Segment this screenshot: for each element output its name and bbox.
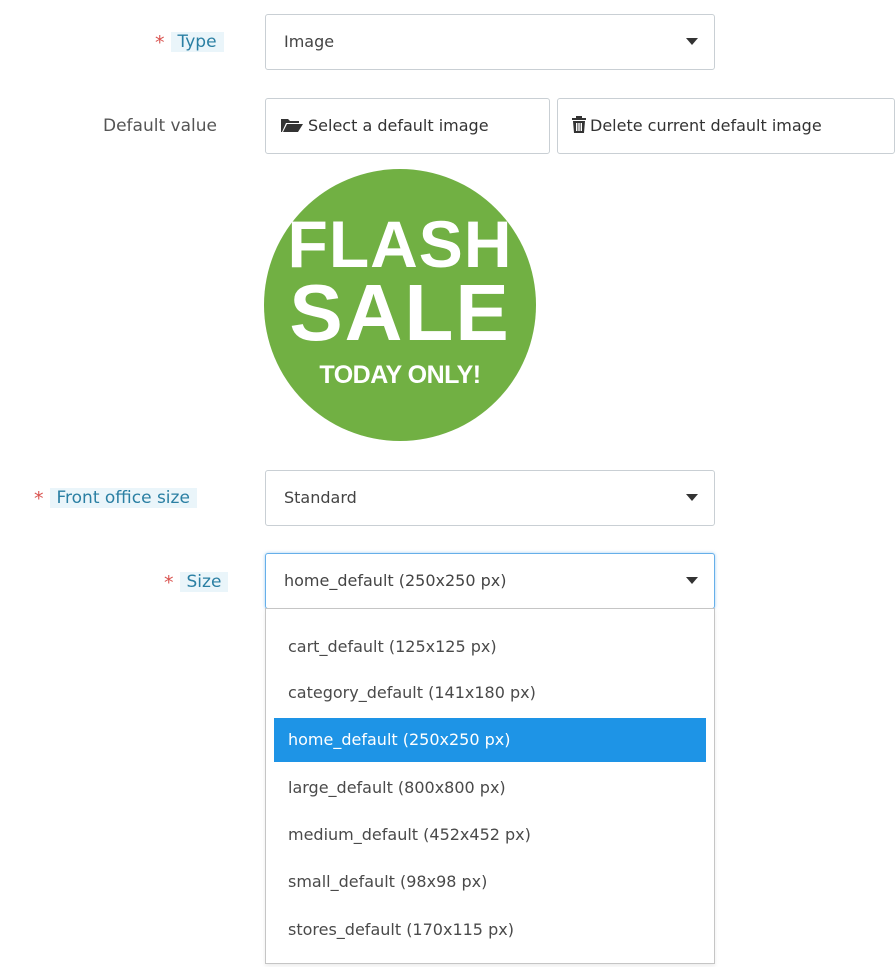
- caret-down-icon: [686, 494, 698, 501]
- required-mark: *: [155, 32, 165, 54]
- front-office-size-value: Standard: [284, 488, 357, 507]
- size-option-cart-default[interactable]: cart_default (125x125 px): [274, 625, 706, 669]
- front-office-size-label: Front office size: [49, 488, 197, 508]
- required-mark: *: [34, 488, 44, 510]
- size-label: Size: [179, 572, 229, 592]
- front-office-size-label-group: * Front office size: [34, 482, 197, 515]
- select-default-image-label: Select a default image: [308, 116, 489, 135]
- default-image-preview: FLASH SALE TODAY ONLY!: [264, 169, 536, 441]
- size-option-small-default[interactable]: small_default (98x98 px): [274, 860, 706, 904]
- delete-default-image-button[interactable]: Delete current default image: [557, 98, 895, 154]
- size-option-category-default[interactable]: category_default (141x180 px): [274, 671, 706, 715]
- size-option-home-default[interactable]: home_default (250x250 px): [274, 718, 706, 762]
- size-dropdown-list: cart_default (125x125 px) category_defau…: [265, 608, 715, 964]
- size-label-group: * Size: [164, 566, 229, 599]
- preview-line-2: SALE: [289, 268, 511, 357]
- type-select-value: Image: [284, 32, 335, 51]
- type-select[interactable]: Image: [265, 14, 715, 70]
- preview-line-3: TODAY ONLY!: [319, 361, 481, 389]
- delete-default-image-label: Delete current default image: [590, 116, 822, 135]
- select-default-image-button[interactable]: Select a default image: [265, 98, 550, 154]
- type-label: Type: [170, 32, 224, 52]
- size-option-medium-default[interactable]: medium_default (452x452 px): [274, 813, 706, 857]
- size-select[interactable]: home_default (250x250 px): [265, 553, 715, 609]
- folder-open-icon: [281, 118, 303, 132]
- size-option-large-default[interactable]: large_default (800x800 px): [274, 766, 706, 810]
- required-mark: *: [164, 572, 174, 594]
- caret-down-icon: [686, 577, 698, 584]
- size-select-value: home_default (250x250 px): [284, 571, 507, 590]
- trash-icon: [572, 116, 586, 133]
- front-office-size-select[interactable]: Standard: [265, 470, 715, 526]
- type-label-group: * Type: [155, 26, 224, 59]
- caret-down-icon: [686, 38, 698, 45]
- size-option-stores-default[interactable]: stores_default (170x115 px): [274, 908, 706, 952]
- default-value-label: Default value: [103, 116, 217, 136]
